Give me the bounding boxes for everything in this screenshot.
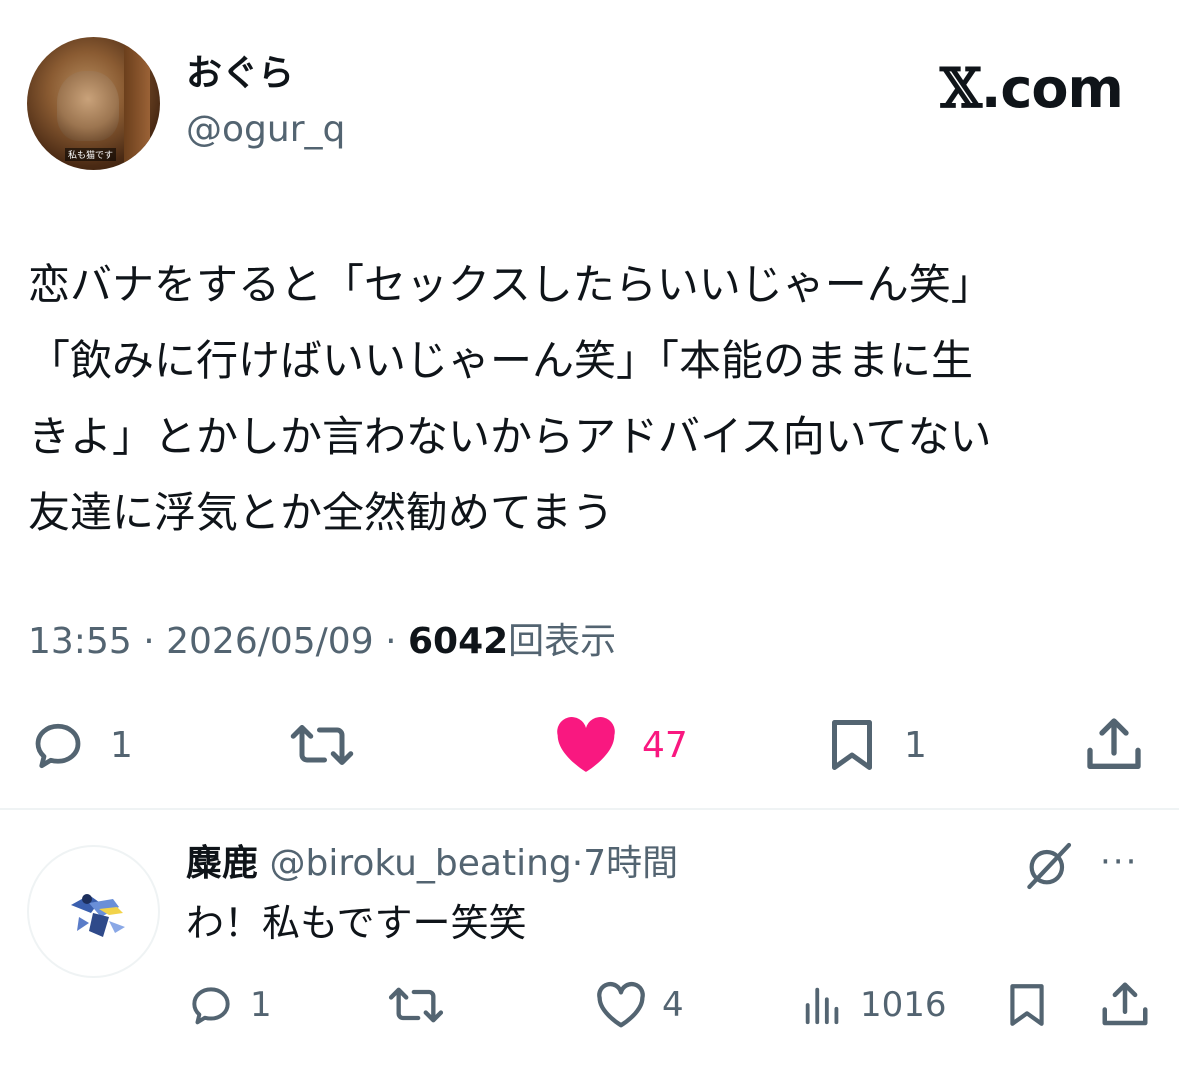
heart-icon xyxy=(597,982,645,1028)
x-com-logo: 𝕏.com xyxy=(940,56,1124,120)
view-count: 6042 xyxy=(407,621,509,662)
meta-separator: · xyxy=(143,621,155,662)
reply-like-count: 4 xyxy=(662,985,684,1025)
reply-views-button[interactable]: 1016 xyxy=(800,975,947,1035)
reply-retweet-button[interactable] xyxy=(385,975,461,1035)
reply-text: わ！私もですー笑笑 xyxy=(186,901,527,945)
share-icon xyxy=(1087,718,1141,769)
reply-handle[interactable]: @biroku_beating xyxy=(269,843,571,884)
author-avatar[interactable]: 私も猫です xyxy=(27,37,160,170)
x-logo-icon: 𝕏 xyxy=(940,56,982,120)
tweet-text: 恋バナをすると「セックスしたらいいじゃーん笑」 「飲みに行けばいいじゃーん笑」「… xyxy=(28,260,993,537)
reply-separator: · xyxy=(571,843,584,884)
tweet-time[interactable]: 13:55 xyxy=(28,621,132,662)
bookmark-count: 1 xyxy=(904,724,927,766)
reply-icon xyxy=(192,987,230,1025)
reply-share-button[interactable] xyxy=(1098,975,1152,1035)
avatar-cat xyxy=(57,71,119,141)
bookmark-icon xyxy=(1010,984,1044,1026)
retweet-icon xyxy=(290,725,354,765)
reply-button[interactable]: 1 xyxy=(28,710,133,780)
author-display-name[interactable]: おぐら xyxy=(186,52,294,96)
reply-display-name[interactable]: 麋鹿 xyxy=(186,843,258,884)
avatar-shelf xyxy=(124,37,150,170)
pokemon-avatar-icon xyxy=(71,894,125,937)
share-icon xyxy=(1102,982,1148,1026)
reply-icon xyxy=(35,723,81,769)
reply-views-count: 1016 xyxy=(860,985,947,1025)
tweet-meta: 13:55 · 2026/05/09 · 6042回表示 xyxy=(28,620,616,664)
reply-header: 麋鹿 @biroku_beating·7時間 xyxy=(186,840,678,888)
more-button[interactable]: ··· xyxy=(1100,842,1138,882)
reply-avatar[interactable] xyxy=(27,845,160,978)
like-button[interactable]: 47 xyxy=(552,710,688,780)
meta-separator: · xyxy=(385,621,397,662)
view-label: 回表示 xyxy=(508,621,617,662)
reply-reply-count: 1 xyxy=(250,985,272,1025)
analytics-icon xyxy=(805,987,839,1025)
share-button[interactable] xyxy=(1082,710,1146,780)
divider xyxy=(0,808,1179,810)
author-handle[interactable]: @ogur_q xyxy=(186,108,345,152)
like-count: 47 xyxy=(642,724,688,766)
retweet-icon xyxy=(388,987,444,1023)
reply-reply-button[interactable]: 1 xyxy=(186,975,272,1035)
bookmark-button[interactable]: 1 xyxy=(822,710,927,780)
avatar-caption: 私も猫です xyxy=(65,148,117,161)
retweet-button[interactable] xyxy=(286,710,380,780)
grok-button[interactable] xyxy=(1020,838,1076,898)
grok-icon xyxy=(1027,842,1072,890)
reply-count: 1 xyxy=(110,724,133,766)
reply-time[interactable]: 7時間 xyxy=(583,843,678,884)
reply-bookmark-button[interactable] xyxy=(1002,975,1052,1035)
heart-filled-icon xyxy=(557,717,615,772)
reply-like-button[interactable]: 4 xyxy=(594,975,684,1035)
tweet-date[interactable]: 2026/05/09 xyxy=(166,621,374,662)
bookmark-icon xyxy=(832,720,872,770)
